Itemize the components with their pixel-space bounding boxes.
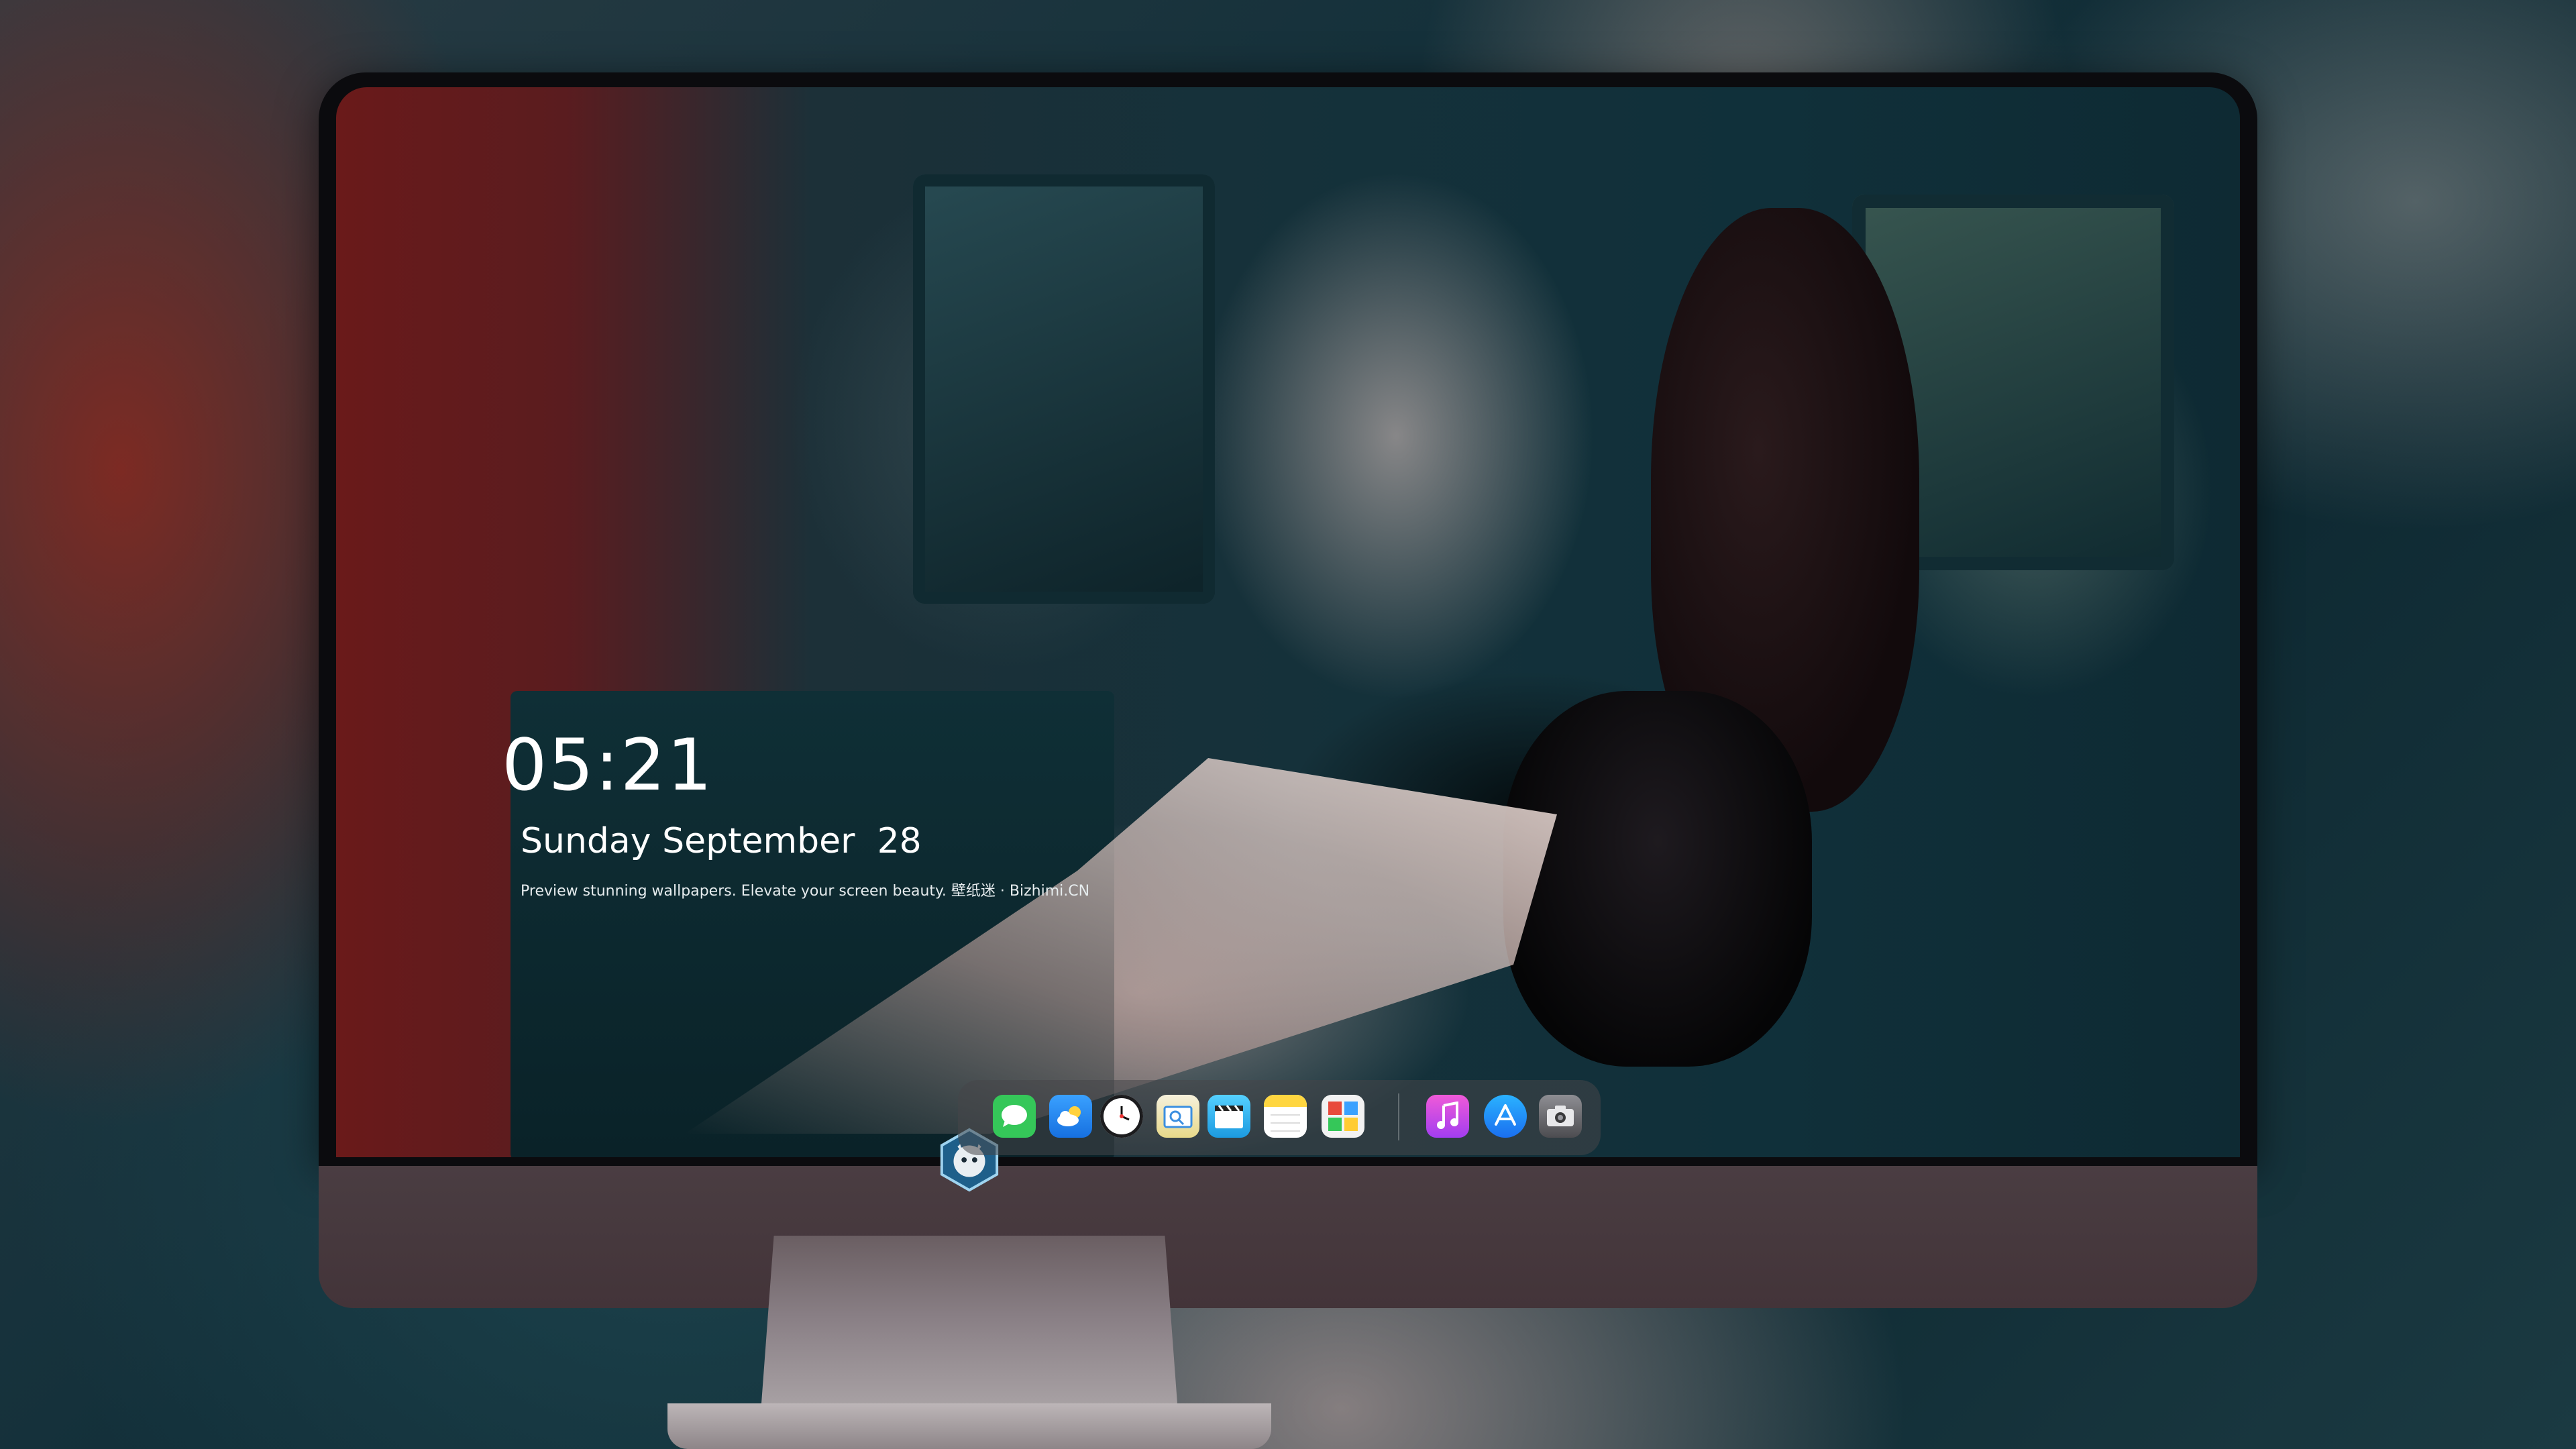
lock-screen-tagline: Preview stunning wallpapers. Elevate you…: [521, 883, 1090, 900]
photo-booth-icon[interactable]: [1322, 1095, 1364, 1138]
monitor-stand-foot: [667, 1403, 1271, 1449]
camera-icon[interactable]: [1539, 1095, 1582, 1138]
clips-icon[interactable]: [1208, 1095, 1250, 1138]
weather-icon[interactable]: [1049, 1095, 1092, 1138]
messages-icon[interactable]: [993, 1095, 1036, 1138]
lock-screen-time: 05:21: [502, 724, 714, 806]
monitor-stand-neck: [761, 1236, 1177, 1403]
wallpaper-crt-left: [913, 174, 1215, 604]
dock-separator: [1398, 1093, 1399, 1140]
monitor-chin: [319, 1166, 2257, 1308]
desktop-stage: 05:21 Sunday September 28 Preview stunni…: [0, 0, 2576, 1449]
notes-icon[interactable]: [1264, 1095, 1307, 1138]
clock-icon[interactable]: [1100, 1095, 1143, 1138]
lock-screen-date: Sunday September 28: [521, 821, 922, 861]
monitor-bezel: [319, 72, 2257, 1166]
app-store-icon[interactable]: [1484, 1095, 1527, 1138]
lock-screen[interactable]: [336, 87, 2240, 1157]
music-icon[interactable]: [1426, 1095, 1469, 1138]
preview-icon[interactable]: [1157, 1095, 1199, 1138]
wallpaper-figure-dress: [1503, 691, 1812, 1067]
